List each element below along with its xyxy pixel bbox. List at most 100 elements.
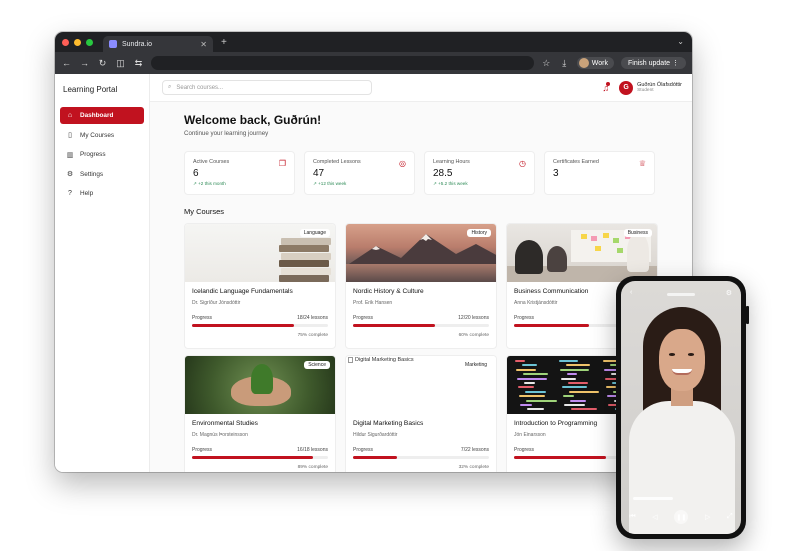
sidebar-item-my-courses[interactable]: ▯ My Courses	[60, 127, 144, 144]
course-title: Digital Marketing Basics	[353, 420, 424, 427]
seek-bar[interactable]	[633, 497, 673, 500]
user-info: Guðrún Ólafsdóttir Student	[637, 82, 682, 94]
window-controls	[62, 38, 93, 46]
code-line	[567, 373, 577, 376]
course-card[interactable]: Science Environmental Studies Dr. Magnús…	[184, 355, 336, 472]
clock-icon: ◷	[519, 159, 526, 168]
back-icon[interactable]: ‹	[630, 289, 632, 297]
person-figure	[547, 246, 567, 272]
profile-button[interactable]: Work	[576, 57, 615, 69]
rewind-icon[interactable]: ⏮	[629, 513, 635, 521]
code-line	[570, 399, 586, 402]
skip-forward-icon[interactable]: ▷	[705, 513, 710, 521]
pause-button[interactable]: ❚❚	[674, 510, 689, 524]
skip-back-icon[interactable]: ◁	[652, 513, 657, 521]
home-icon: ⌂	[67, 112, 73, 119]
user-role: Student	[637, 88, 654, 94]
course-card[interactable]: History Nordic History & Culture Prof. E…	[345, 223, 497, 349]
course-thumbnail: History	[346, 224, 496, 282]
settings-icon[interactable]: ⚙	[726, 289, 732, 297]
top-right: ♫ G Guðrún Ólafsdóttir Student	[602, 80, 682, 95]
code-line	[571, 408, 597, 411]
stat-label: Completed Lessons	[313, 159, 361, 165]
user-menu[interactable]: G Guðrún Ólafsdóttir Student	[619, 80, 682, 95]
course-instructor: Hildur Sigurðardóttir	[353, 432, 398, 438]
video-controls: ⏮ ◁ ❚❚ ▷ ⤢	[621, 510, 741, 524]
site-settings-icon[interactable]: ⇆	[133, 58, 144, 69]
progress-label: Progress	[192, 447, 213, 453]
book-open-icon: ❐	[278, 159, 286, 168]
stat-value: 28.5	[433, 168, 453, 179]
sidebar-nav: ⌂ Dashboard ▯ My Courses ▥ Progress ⚙ Setti…	[60, 107, 144, 202]
sticky-note	[617, 248, 623, 253]
brand-title: Learning Portal	[63, 85, 118, 94]
book-icon: ▯	[68, 132, 72, 139]
broken-image-icon	[348, 357, 353, 363]
code-line	[568, 382, 588, 384]
tab-list-chevron-icon[interactable]: ⌄	[677, 37, 684, 46]
course-thumbnail: Science	[185, 356, 335, 414]
course-body: Environmental Studies Dr. Magnús Þorstei…	[185, 414, 335, 472]
person-face	[659, 329, 705, 391]
video-call-screen: ‹ ⚙ ⏮ ◁ ❚❚ ▷ ⤢	[621, 281, 741, 534]
tab-title: Sundra.io	[122, 40, 152, 48]
lessons-count: 18/24 lessons	[297, 315, 328, 321]
download-icon[interactable]: ⤓	[559, 58, 570, 69]
code-line	[526, 399, 557, 402]
sidebar-item-help[interactable]: ? Help	[60, 185, 144, 202]
page-subtitle: Continue your learning journey	[184, 130, 269, 137]
stat-card: Completed Lessons 47 ↗ +12 this week ◎	[304, 151, 415, 195]
code-line	[562, 386, 587, 389]
minimize-window-button[interactable]	[74, 38, 81, 46]
maximize-window-button[interactable]	[86, 38, 93, 46]
course-title: Nordic History & Culture	[353, 288, 424, 295]
reload-icon[interactable]: ↻	[97, 58, 108, 69]
notification-dot	[606, 81, 611, 86]
person-eye	[669, 353, 675, 356]
dashboard: Welcome back, Guðrún! Continue your lear…	[150, 102, 692, 472]
sidebar-toggle-icon[interactable]: ◫	[115, 58, 126, 69]
close-tab-icon[interactable]: ✕	[200, 40, 207, 49]
course-instructor: Dr. Magnús Þorsteinsson	[192, 432, 248, 438]
sidebar-item-settings[interactable]: ⚙ Settings	[60, 166, 144, 183]
progress-fill	[192, 456, 314, 459]
address-bar[interactable]	[151, 56, 534, 70]
profile-avatar	[578, 58, 589, 68]
tab-bar: Sundra.io ✕ + ⌄	[55, 32, 692, 52]
percent-complete: 60% complete	[458, 332, 489, 338]
close-window-button[interactable]	[62, 38, 69, 46]
browser-tab[interactable]: Sundra.io ✕	[103, 36, 213, 52]
fullscreen-icon[interactable]: ⤢	[727, 513, 733, 521]
code-line	[524, 382, 535, 384]
search-input[interactable]: ⌕ Search courses...	[162, 80, 372, 95]
sidebar-item-dashboard[interactable]: ⌂ Dashboard	[60, 107, 144, 124]
course-card[interactable]: Digital Marketing Basics Marketing Digit…	[345, 355, 497, 472]
sidebar-item-progress[interactable]: ▥ Progress	[60, 146, 144, 163]
code-line	[561, 377, 576, 380]
search-placeholder: Search courses...	[176, 84, 224, 91]
forward-arrow-icon[interactable]: →	[79, 58, 90, 68]
code-line	[518, 386, 534, 389]
course-card[interactable]: Language Icelandic Language Fundamentals…	[184, 223, 336, 349]
category-badge: Language	[299, 229, 330, 237]
finish-update-button[interactable]: Finish update ⋮	[621, 57, 686, 69]
sidebar-item-label: Dashboard	[80, 112, 114, 119]
code-line	[519, 395, 545, 398]
code-line	[516, 368, 536, 371]
notifications-bell-icon[interactable]: ♫	[602, 81, 611, 93]
chart-icon: ▥	[66, 151, 74, 159]
browser-window: Sundra.io ✕ + ⌄ ← → ↻ ◫ ⇆ ☆ ⤓ Work Finis…	[55, 32, 692, 472]
bookmark-star-icon[interactable]: ☆	[541, 58, 552, 69]
new-tab-button[interactable]: +	[221, 37, 227, 48]
progress-row: Progress 7/22 lessons	[353, 447, 489, 453]
code-line	[520, 404, 532, 406]
code-line	[517, 377, 547, 380]
stat-value: 3	[553, 168, 559, 179]
back-arrow-icon[interactable]: ←	[61, 58, 72, 68]
progress-label: Progress	[353, 447, 374, 453]
sidebar-item-label: My Courses	[80, 131, 115, 139]
site-favicon-icon	[109, 40, 117, 48]
progress-bar	[192, 456, 328, 459]
progress-row: Progress 12/20 lessons	[353, 315, 489, 321]
progress-label: Progress	[514, 315, 535, 321]
